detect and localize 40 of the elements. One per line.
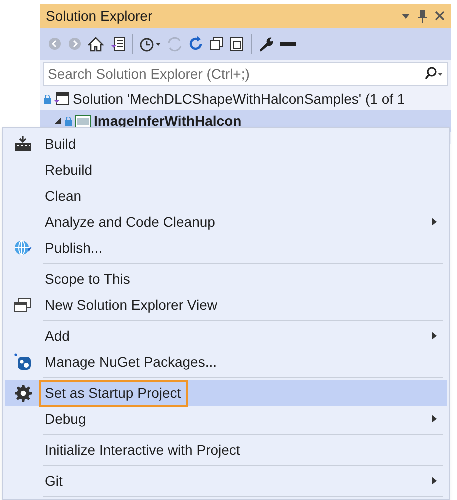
clipboard-icon[interactable] — [230, 36, 245, 52]
menu-item[interactable]: Initialize Interactive with Project — [5, 437, 447, 463]
menu-item[interactable]: Analyze and Code Cleanup — [5, 209, 447, 235]
csharp-project-icon — [75, 114, 91, 128]
pin-icon[interactable] — [418, 10, 427, 22]
menu-item[interactable]: Add — [5, 323, 447, 349]
solution-row[interactable]: Solution 'MechDLCShapeWithHalconSamples' (1 of 1 — [40, 88, 451, 110]
history-icon[interactable] — [139, 36, 161, 52]
menu-item[interactable]: Clean — [5, 183, 447, 209]
minus-icon[interactable] — [280, 42, 296, 46]
solution-view-icon[interactable] — [110, 36, 126, 52]
solution-icon — [54, 92, 70, 106]
menu-item[interactable]: Build — [5, 131, 447, 157]
panel-title: Solution Explorer — [46, 6, 153, 26]
solution-name: Solution 'MechDLCShapeWithHalconSamples' (1 of 1 — [73, 90, 406, 109]
dropdown-icon[interactable] — [402, 14, 410, 18]
globe-icon — [14, 240, 32, 256]
menu-item[interactable]: Debug — [5, 406, 447, 432]
menu-item[interactable]: Publish... — [5, 235, 447, 261]
project-name: ImageInferWithHalcon — [94, 112, 242, 130]
wrench-icon[interactable] — [258, 36, 274, 52]
menu-item[interactable]: Set as Startup Project — [5, 380, 447, 406]
menu-item[interactable]: Rebuild — [5, 157, 447, 183]
package-icon — [14, 353, 32, 371]
search-field[interactable]: Search Solution Explorer (Ctrl+;) — [43, 62, 448, 86]
search-icon — [424, 67, 444, 81]
menu-item[interactable]: Scope to This — [5, 266, 447, 292]
menu-item[interactable]: Git — [5, 468, 447, 494]
collapse-icon[interactable] — [210, 37, 224, 51]
expander-icon[interactable] — [54, 117, 62, 125]
windows-icon — [14, 298, 32, 312]
home-icon[interactable] — [88, 36, 104, 52]
menu-item[interactable]: Manage NuGet Packages... — [5, 349, 447, 375]
refresh-icon[interactable] — [189, 36, 204, 52]
gear-icon — [14, 384, 32, 402]
menu-item[interactable]: New Solution Explorer View — [5, 292, 447, 318]
build-icon — [14, 136, 32, 152]
lock-icon — [65, 116, 72, 126]
close-icon[interactable] — [435, 11, 445, 21]
lock-icon — [44, 94, 51, 104]
